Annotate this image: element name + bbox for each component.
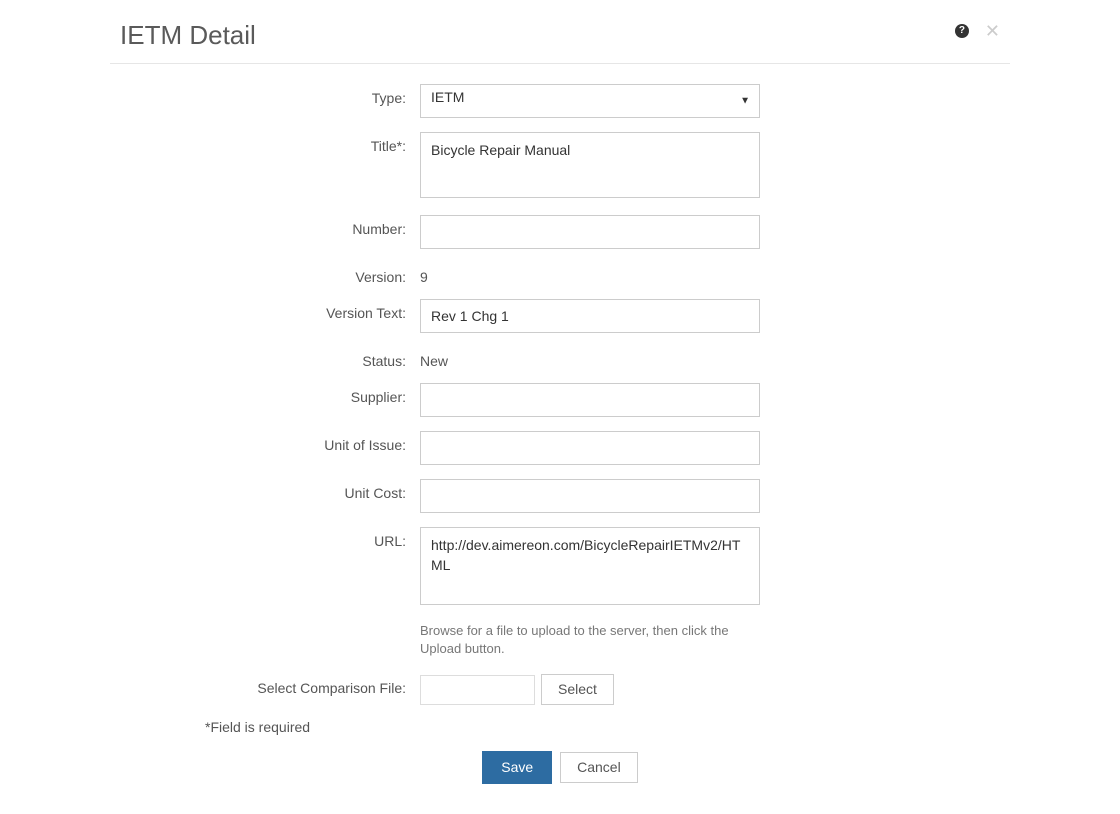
form-body: Type: IETM Title*: Number: Version: 9	[110, 64, 1010, 784]
cancel-button[interactable]: Cancel	[560, 752, 638, 783]
row-file: Select Comparison File: Select	[110, 674, 1010, 705]
url-input[interactable]	[420, 527, 760, 605]
label-unit-cost: Unit Cost:	[110, 479, 420, 501]
label-version-text: Version Text:	[110, 299, 420, 321]
number-input[interactable]	[420, 215, 760, 249]
required-note: *Field is required	[205, 719, 1010, 735]
button-row: Save Cancel	[110, 751, 1010, 784]
label-type: Type:	[110, 84, 420, 106]
row-status: Status: New	[110, 347, 1010, 369]
unit-cost-input[interactable]	[420, 479, 760, 513]
row-supplier: Supplier:	[110, 383, 1010, 417]
type-select[interactable]: IETM	[420, 84, 760, 118]
label-number: Number:	[110, 215, 420, 237]
row-type: Type: IETM	[110, 84, 1010, 118]
row-url: URL:	[110, 527, 1010, 608]
label-file: Select Comparison File:	[110, 674, 420, 696]
type-select-wrap: IETM	[420, 84, 760, 118]
title-input[interactable]	[420, 132, 760, 198]
help-icon[interactable]: ?	[955, 24, 969, 38]
row-number: Number:	[110, 215, 1010, 249]
modal-title: IETM Detail	[120, 20, 955, 51]
row-title: Title*:	[110, 132, 1010, 201]
label-unit-of-issue: Unit of Issue:	[110, 431, 420, 453]
header-icons: ? ✕	[955, 22, 1000, 40]
file-name-box	[420, 675, 535, 705]
modal-header: IETM Detail ? ✕	[110, 15, 1010, 64]
label-url: URL:	[110, 527, 420, 549]
ietm-detail-modal: IETM Detail ? ✕ Type: IETM Title*: Numbe…	[110, 0, 1010, 814]
label-version: Version:	[110, 263, 420, 285]
label-title: Title*:	[110, 132, 420, 154]
close-icon[interactable]: ✕	[985, 22, 1000, 40]
unit-of-issue-input[interactable]	[420, 431, 760, 465]
row-version: Version: 9	[110, 263, 1010, 285]
select-file-button[interactable]: Select	[541, 674, 614, 705]
version-value: 9	[420, 263, 760, 285]
row-unit-cost: Unit Cost:	[110, 479, 1010, 513]
file-picker-row: Select	[420, 674, 760, 705]
label-supplier: Supplier:	[110, 383, 420, 405]
version-text-input[interactable]	[420, 299, 760, 333]
row-unit-of-issue: Unit of Issue:	[110, 431, 1010, 465]
supplier-input[interactable]	[420, 383, 760, 417]
row-file-hint: Browse for a file to upload to the serve…	[110, 622, 1010, 668]
save-button[interactable]: Save	[482, 751, 552, 784]
row-version-text: Version Text:	[110, 299, 1010, 333]
label-status: Status:	[110, 347, 420, 369]
status-value: New	[420, 347, 760, 369]
file-upload-hint: Browse for a file to upload to the serve…	[420, 622, 760, 658]
